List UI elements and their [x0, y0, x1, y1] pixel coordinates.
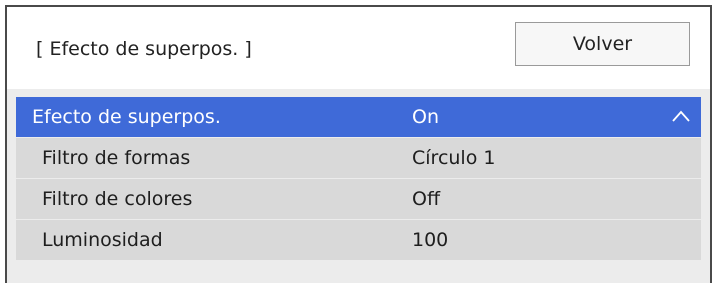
menu-item-value: Off [412, 188, 441, 210]
settings-menu: Efecto de superpos. On Filtro de formas … [16, 97, 701, 261]
page-title: [ Efecto de superpos. ] [36, 38, 252, 60]
chevron-up-icon[interactable] [671, 109, 691, 123]
menu-item-label: Efecto de superpos. [32, 106, 221, 128]
menu-item-luminosidad[interactable]: Luminosidad 100 [16, 220, 701, 261]
menu-item-label: Filtro de colores [42, 188, 193, 210]
back-button[interactable]: Volver [515, 22, 690, 66]
menu-item-efecto-de-superpos[interactable]: Efecto de superpos. On [16, 97, 701, 138]
menu-item-filtro-de-colores[interactable]: Filtro de colores Off [16, 179, 701, 220]
menu-item-label: Luminosidad [42, 229, 163, 251]
settings-panel: [ Efecto de superpos. ] Volver Efecto de… [5, 5, 712, 283]
panel-header: [ Efecto de superpos. ] Volver [7, 7, 710, 89]
menu-item-value: Círculo 1 [412, 147, 496, 169]
menu-item-value: 100 [412, 229, 449, 251]
menu-item-value: On [412, 106, 439, 128]
menu-item-filtro-de-formas[interactable]: Filtro de formas Círculo 1 [16, 138, 701, 179]
menu-item-label: Filtro de formas [42, 147, 191, 169]
